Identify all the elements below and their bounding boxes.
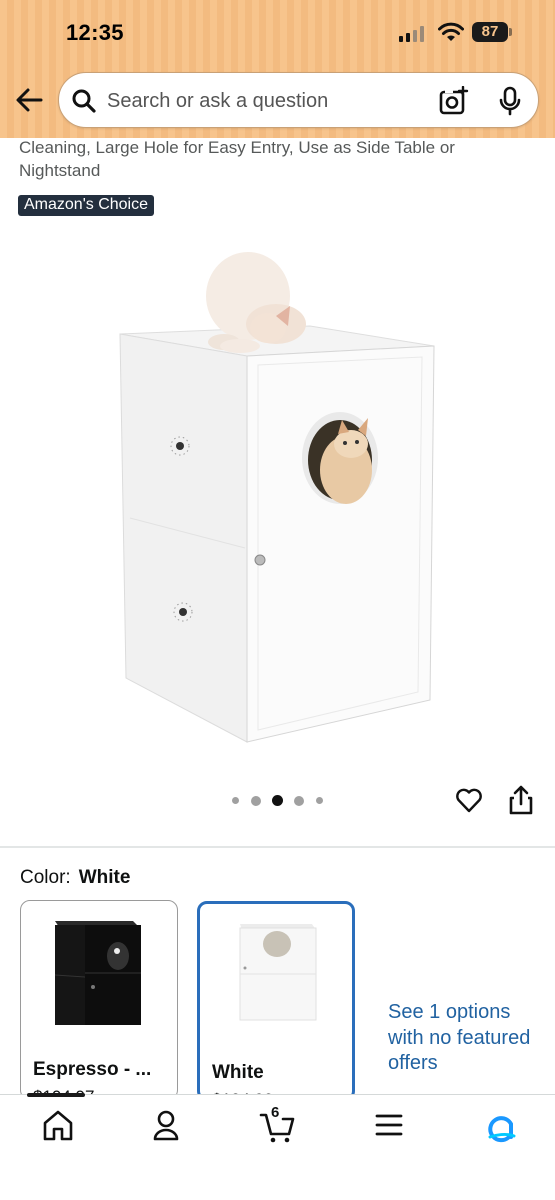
product-title-line: Nightstand: [19, 161, 101, 180]
battery-icon: 87: [472, 22, 508, 42]
back-arrow-icon[interactable]: [14, 86, 44, 114]
battery-tip: [509, 28, 512, 36]
product-image[interactable]: [100, 230, 460, 760]
share-icon[interactable]: [508, 784, 534, 816]
swatch-name: White: [212, 1062, 264, 1083]
cart-icon: [259, 1113, 295, 1143]
color-swatch-white[interactable]: White $104.99: [197, 901, 355, 1101]
color-swatch-espresso[interactable]: Espresso - ... $104.97: [20, 900, 178, 1100]
wifi-icon: [438, 22, 464, 41]
cellular-signal-icon: [399, 26, 427, 42]
microphone-icon[interactable]: [499, 86, 521, 116]
swatch-name: Espresso - ...: [33, 1059, 152, 1080]
active-tab-indicator: [27, 1093, 85, 1097]
search-input[interactable]: Search or ask a question: [58, 72, 539, 128]
top-header: 12:35 87 Search or ask a question: [0, 0, 555, 138]
see-options-link[interactable]: See 1 options with no featured offers: [388, 1000, 538, 1077]
bottom-nav-bar: 6: [0, 1094, 555, 1200]
alexa-icon[interactable]: [480, 1107, 520, 1143]
color-selector-label: Color: White: [20, 867, 130, 889]
carousel-dot[interactable]: [294, 796, 304, 806]
color-selected-value: White: [78, 867, 131, 888]
menu-icon[interactable]: [369, 1107, 409, 1143]
color-label: Color:: [20, 867, 71, 888]
home-icon[interactable]: [38, 1107, 78, 1143]
section-divider: [0, 846, 555, 848]
espresso-swatch-image: [54, 921, 141, 1025]
status-bar: 12:35 87: [0, 0, 555, 66]
account-icon[interactable]: [146, 1107, 186, 1143]
camera-search-icon[interactable]: [439, 86, 469, 116]
search-icon: [72, 89, 96, 113]
amazons-choice-badge: Amazon's Choice: [18, 195, 154, 216]
carousel-dot[interactable]: [316, 797, 323, 804]
carousel-dot[interactable]: [251, 796, 261, 806]
heart-icon[interactable]: [455, 786, 483, 814]
carousel-dot-active[interactable]: [272, 795, 283, 806]
status-time: 12:35: [66, 20, 124, 45]
white-swatch-image: [239, 924, 317, 1021]
search-placeholder: Search or ask a question: [107, 90, 329, 112]
image-carousel-indicator[interactable]: [228, 794, 328, 808]
product-title-line: Cleaning, Large Hole for Easy Entry, Use…: [19, 138, 455, 157]
cart-tab[interactable]: 6: [258, 1104, 298, 1143]
carousel-dot[interactable]: [232, 797, 239, 804]
